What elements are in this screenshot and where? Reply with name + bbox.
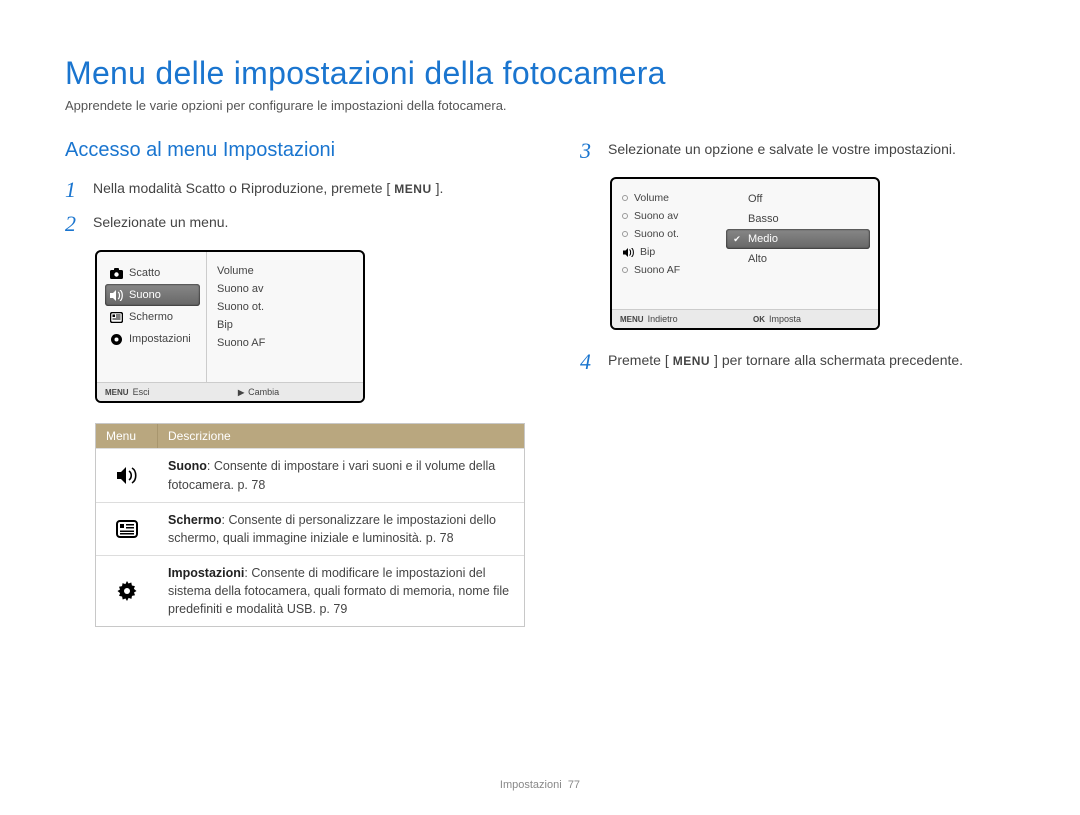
table-row: Schermo: Consente di personalizzare le i… [96,502,524,555]
page-title: Menu delle impostazioni della fotocamera [65,55,1015,92]
step-1: 1 Nella modalità Scatto o Riproduzione, … [65,178,525,202]
footer-label: Cambia [248,387,279,397]
submenu-item[interactable]: Bip [620,243,716,261]
option-off[interactable]: Off [726,189,870,209]
step-text: Premete [608,352,665,368]
sound-icon [622,246,634,258]
row-text: : Consente di impostare i vari suoni e i… [168,459,495,491]
menu-item-label: Impostazioni [129,333,191,345]
footer-label: Indietro [648,314,678,324]
sound-icon [96,449,158,501]
step-text: per tornare alla schermata precedente. [718,352,963,368]
submenu-item[interactable]: Suono av [620,207,716,225]
camera-screen-options: Volume Suono av Suono ot. Bip Suono AF O… [610,177,880,330]
submenu-item[interactable]: Suono AF [620,261,716,279]
table-header-menu: Menu [96,424,158,448]
gear-icon [96,556,158,626]
step-number: 3 [580,139,598,163]
option-basso[interactable]: Basso [726,209,870,229]
menu-button-label: MENU [392,180,433,198]
step-number: 4 [580,350,598,374]
footer-label: Esci [133,387,150,397]
section-heading: Accesso al menu Impostazioni [65,139,525,162]
gear-icon [109,332,123,346]
ok-key-label: OK [753,315,765,324]
menu-description-table: Menu Descrizione Suono: Consente di impo… [95,423,525,627]
check-icon [732,254,742,264]
radio-icon [622,213,628,219]
step-4: 4 Premete MENU per tornare alla schermat… [580,350,1015,374]
menu-key-label: MENU [105,388,129,397]
step-text: Nella modalità Scatto o Riproduzione, pr… [93,180,386,196]
step-text: Selezionate un opzione e salvate le vost… [608,139,956,160]
submenu-item[interactable]: Volume [620,189,716,207]
option-alto[interactable]: Alto [726,249,870,269]
submenu-item[interactable]: Suono ot. [217,298,355,316]
menu-item-label: Schermo [129,311,173,323]
radio-icon [622,195,628,201]
check-icon [732,194,742,204]
screen-icon [96,503,158,555]
row-title: Schermo [168,513,222,527]
step-2: 2 Selezionate un menu. [65,212,525,236]
step-text: Selezionate un menu. [93,212,228,233]
menu-item-schermo[interactable]: Schermo [105,306,200,328]
camera-icon [109,266,123,280]
menu-item-scatto[interactable]: Scatto [105,262,200,284]
submenu-item[interactable]: Suono AF [217,334,355,352]
screen-icon [109,310,123,324]
step-3: 3 Selezionate un opzione e salvate le vo… [580,139,1015,163]
step-number: 2 [65,212,83,236]
check-icon [732,214,742,224]
check-icon: ✔ [732,234,742,244]
submenu-item[interactable]: Suono av [217,280,355,298]
submenu-item[interactable]: Volume [217,262,355,280]
footer-action-cambia[interactable]: ▶ Cambia [230,383,363,401]
table-header-description: Descrizione [158,424,524,448]
submenu-item[interactable]: Bip [217,316,355,334]
footer-label: Imposta [769,314,801,324]
radio-icon [622,267,628,273]
footer-action-esci[interactable]: MENU Esci [97,383,230,401]
menu-button-label: MENU [671,352,712,370]
footer-action-indietro[interactable]: MENU Indietro [612,310,745,328]
arrow-right-icon: ▶ [238,388,244,397]
radio-icon [622,231,628,237]
footer-page-number: 77 [568,779,580,791]
submenu-item[interactable]: Suono ot. [620,225,716,243]
camera-screen-menu: Scatto Suono Schermo [95,250,365,403]
menu-item-label: Scatto [129,267,160,279]
menu-key-label: MENU [620,315,644,324]
menu-item-suono[interactable]: Suono [105,284,200,306]
sound-icon [109,288,123,302]
table-row: Suono: Consente di impostare i vari suon… [96,448,524,501]
table-row: Impostazioni: Consente di modificare le … [96,555,524,626]
row-title: Impostazioni [168,566,244,580]
menu-item-impostazioni[interactable]: Impostazioni [105,328,200,350]
option-medio[interactable]: ✔Medio [726,229,870,249]
page-footer: Impostazioni 77 [0,779,1080,791]
footer-action-imposta[interactable]: OK Imposta [745,310,878,328]
menu-item-label: Suono [129,289,161,301]
page-subtitle: Apprendete le varie opzioni per configur… [65,98,1015,113]
row-title: Suono [168,459,207,473]
step-number: 1 [65,178,83,202]
footer-section-name: Impostazioni [500,779,562,791]
